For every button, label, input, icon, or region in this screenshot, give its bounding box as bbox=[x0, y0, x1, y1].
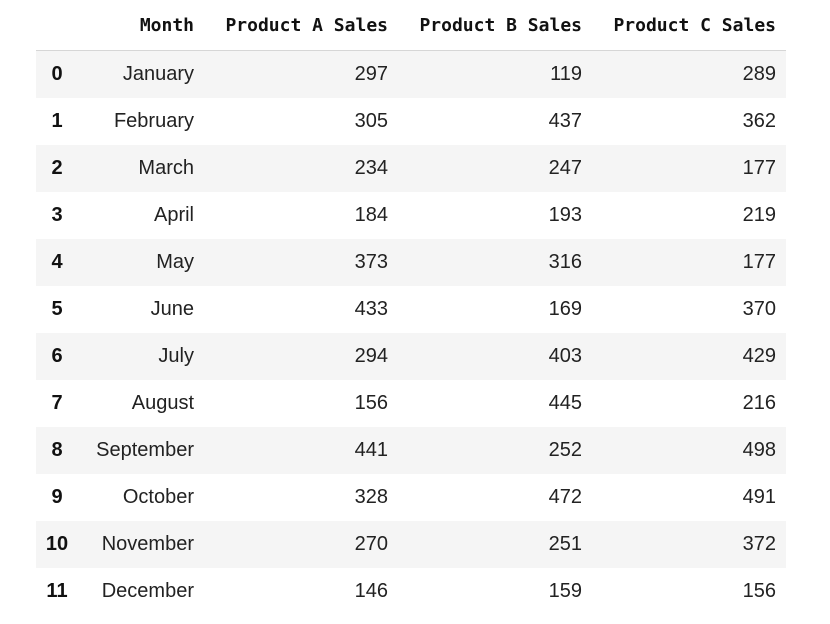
row-index: 9 bbox=[51, 486, 63, 508]
cell-product-a: 156 bbox=[354, 392, 388, 414]
row-index: 2 bbox=[51, 157, 63, 179]
row-index: 8 bbox=[51, 439, 63, 461]
cell-product-c: 362 bbox=[742, 110, 776, 132]
row-index: 1 bbox=[51, 110, 63, 132]
cell-product-a: 270 bbox=[354, 533, 388, 555]
cell-product-a: 328 bbox=[354, 486, 388, 508]
table-row: 5 June 433 169 370 bbox=[36, 286, 786, 333]
row-index: 6 bbox=[51, 345, 63, 367]
table-body: 0 January 297 119 289 1 February 305 437… bbox=[36, 50, 786, 615]
table-row: 9 October 328 472 491 bbox=[36, 474, 786, 521]
sales-dataframe-table: Month Product A Sales Product B Sales Pr… bbox=[36, 0, 786, 615]
row-index: 3 bbox=[51, 204, 63, 226]
dataframe-container: Month Product A Sales Product B Sales Pr… bbox=[36, 0, 786, 615]
table-row: 3 April 184 193 219 bbox=[36, 192, 786, 239]
cell-month: April bbox=[153, 204, 194, 226]
cell-product-c: 216 bbox=[742, 392, 776, 414]
cell-month: March bbox=[138, 157, 194, 179]
table-row: 4 May 373 316 177 bbox=[36, 239, 786, 286]
row-index: 7 bbox=[51, 392, 63, 414]
row-index: 5 bbox=[51, 298, 63, 320]
header-product-c-sales: Product C Sales bbox=[592, 0, 786, 51]
table-row: 6 July 294 403 429 bbox=[36, 333, 786, 380]
cell-product-a: 305 bbox=[354, 110, 388, 132]
header-index bbox=[36, 0, 78, 51]
table-row: 11 December 146 159 156 bbox=[36, 568, 786, 615]
table-row: 7 August 156 445 216 bbox=[36, 380, 786, 427]
table-row: 0 January 297 119 289 bbox=[36, 50, 786, 98]
cell-product-b: 247 bbox=[548, 157, 582, 179]
cell-product-a: 441 bbox=[354, 439, 388, 461]
cell-product-b: 316 bbox=[548, 251, 582, 273]
cell-product-a: 294 bbox=[354, 345, 388, 367]
cell-product-b: 193 bbox=[548, 204, 582, 226]
table-header: Month Product A Sales Product B Sales Pr… bbox=[36, 0, 786, 51]
table-row: 1 February 305 437 362 bbox=[36, 98, 786, 145]
cell-product-c: 219 bbox=[742, 204, 776, 226]
cell-month: June bbox=[150, 298, 194, 320]
table-row: 2 March 234 247 177 bbox=[36, 145, 786, 192]
cell-product-c: 372 bbox=[742, 533, 776, 555]
cell-product-c: 177 bbox=[742, 157, 776, 179]
cell-month: October bbox=[122, 486, 194, 508]
row-index: 0 bbox=[51, 63, 63, 85]
cell-product-c: 177 bbox=[742, 251, 776, 273]
cell-product-b: 169 bbox=[548, 298, 582, 320]
header-month: Month bbox=[78, 0, 204, 51]
cell-product-b: 251 bbox=[548, 533, 582, 555]
header-product-b-sales: Product B Sales bbox=[398, 0, 592, 51]
header-row: Month Product A Sales Product B Sales Pr… bbox=[36, 0, 786, 51]
cell-product-c: 498 bbox=[742, 439, 776, 461]
cell-product-b: 437 bbox=[548, 110, 582, 132]
cell-product-b: 119 bbox=[550, 63, 582, 85]
cell-product-b: 403 bbox=[548, 345, 582, 367]
cell-product-b: 159 bbox=[548, 580, 582, 602]
row-index: 11 bbox=[46, 580, 68, 602]
cell-month: July bbox=[158, 345, 194, 367]
table-row: 8 September 441 252 498 bbox=[36, 427, 786, 474]
cell-product-c: 289 bbox=[742, 63, 776, 85]
cell-product-c: 491 bbox=[742, 486, 776, 508]
cell-product-b: 445 bbox=[548, 392, 582, 414]
cell-product-c: 156 bbox=[742, 580, 776, 602]
cell-month: November bbox=[101, 533, 194, 555]
cell-product-a: 433 bbox=[354, 298, 388, 320]
row-index: 4 bbox=[51, 251, 63, 273]
cell-month: May bbox=[156, 251, 194, 273]
cell-product-c: 429 bbox=[742, 345, 776, 367]
cell-product-b: 472 bbox=[548, 486, 582, 508]
cell-product-b: 252 bbox=[548, 439, 582, 461]
cell-month: December bbox=[101, 580, 194, 602]
cell-product-a: 297 bbox=[354, 63, 388, 85]
cell-product-a: 234 bbox=[354, 157, 388, 179]
cell-month: September bbox=[96, 439, 194, 461]
table-row: 10 November 270 251 372 bbox=[36, 521, 786, 568]
cell-product-a: 373 bbox=[354, 251, 388, 273]
cell-month: August bbox=[131, 392, 194, 414]
header-product-a-sales: Product A Sales bbox=[204, 0, 398, 51]
cell-month: February bbox=[113, 110, 194, 132]
cell-product-c: 370 bbox=[742, 298, 776, 320]
cell-month: January bbox=[122, 63, 194, 85]
row-index: 10 bbox=[45, 533, 69, 555]
cell-product-a: 146 bbox=[354, 580, 388, 602]
cell-product-a: 184 bbox=[354, 204, 388, 226]
